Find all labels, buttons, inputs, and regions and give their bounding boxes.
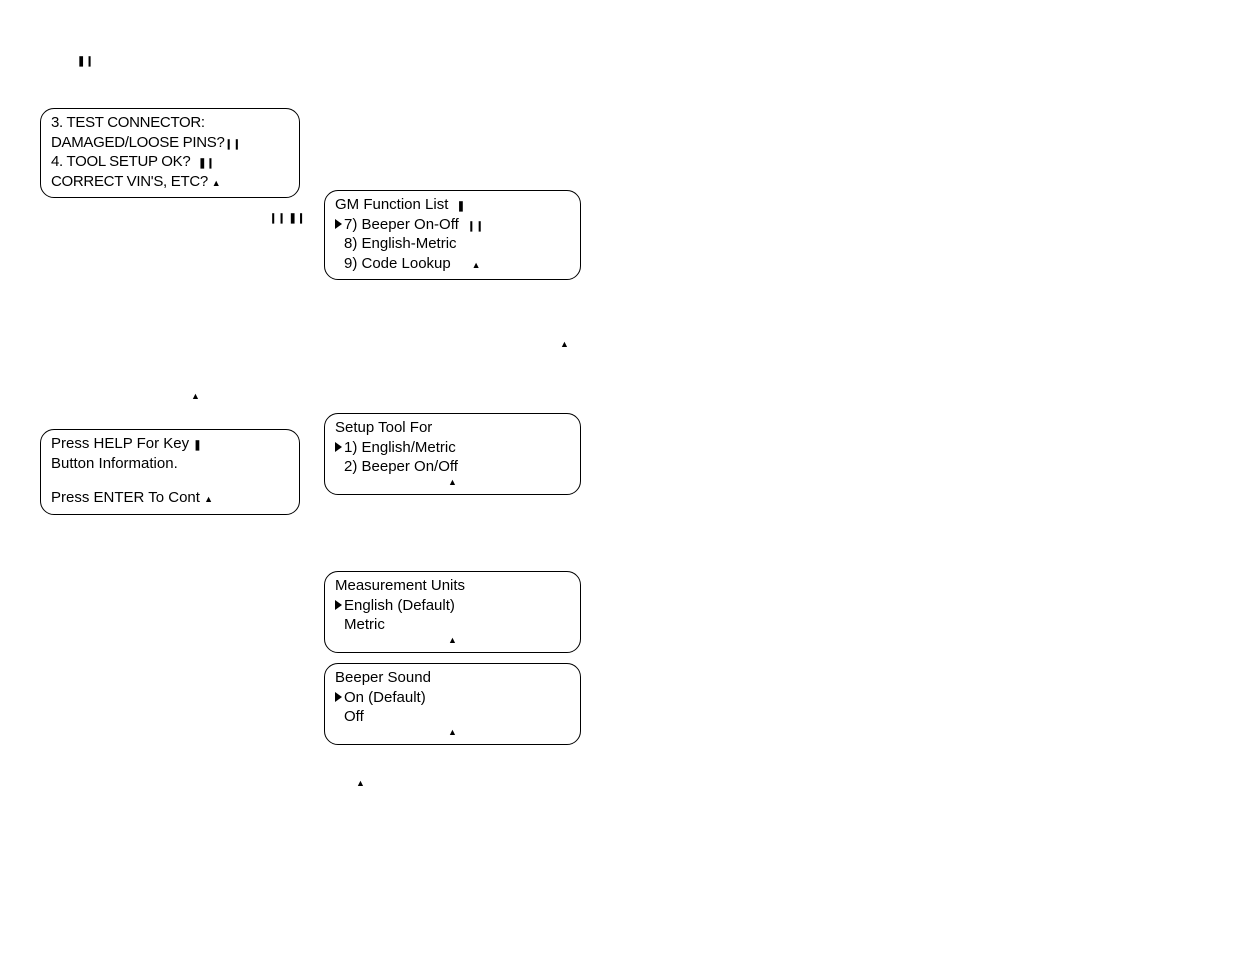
glyph-up: ▲ bbox=[335, 727, 570, 739]
title-setup-tool: Setup Tool For bbox=[335, 418, 570, 438]
item-beeper-on-off-2[interactable]: 2) Beeper On/Off bbox=[335, 457, 570, 477]
page-marker-arrow-1: ▲ bbox=[560, 340, 569, 349]
title-beeper-sound: Beeper Sound bbox=[335, 668, 570, 688]
item-code-lookup[interactable]: 9) Code Lookup ▲ bbox=[335, 254, 570, 274]
text: 1) English/Metric bbox=[344, 439, 456, 456]
glyph: ❚ bbox=[193, 440, 201, 451]
line-damaged-pins: DAMAGED/LOOSE PINS?❙❙ bbox=[51, 133, 289, 153]
pointer-icon bbox=[335, 219, 342, 229]
item-english-default[interactable]: English (Default) bbox=[335, 596, 570, 616]
line-button-info: Button Information. bbox=[51, 454, 289, 474]
screen-beeper-sound: Beeper Sound On (Default) Off ▲ bbox=[324, 663, 581, 745]
item-on-default[interactable]: On (Default) bbox=[335, 688, 570, 708]
line-correct-vins: CORRECT VIN'S, ETC? ▲ bbox=[51, 172, 289, 192]
text: Press ENTER To Cont bbox=[51, 489, 200, 506]
text: 4. TOOL SETUP OK? bbox=[51, 153, 190, 170]
text: GM Function List bbox=[335, 196, 448, 213]
text: CORRECT VIN'S, ETC? bbox=[51, 173, 208, 190]
screen-gm-function-list: GM Function List ❚ 7) Beeper On-Off ❙❙ 8… bbox=[324, 190, 581, 280]
item-english-metric[interactable]: 8) English-Metric bbox=[335, 234, 570, 254]
line-3-test-connector: 3. TEST CONNECTOR: bbox=[51, 113, 289, 133]
glyph-up: ▲ bbox=[335, 477, 570, 489]
item-english-metric-2[interactable]: 1) English/Metric bbox=[335, 438, 570, 458]
text: Press HELP For Key bbox=[51, 435, 189, 452]
page-marker-arrow-2: ▲ bbox=[191, 392, 200, 401]
glyph-up: ▲ bbox=[204, 494, 213, 504]
glyph-up: ▲ bbox=[335, 635, 570, 647]
pointer-icon bbox=[335, 692, 342, 702]
glyph-up: ▲ bbox=[472, 260, 481, 270]
line-4-tool-setup: 4. TOOL SETUP OK? ❚❙ bbox=[51, 152, 289, 172]
pointer-icon bbox=[335, 600, 342, 610]
screen-press-help: Press HELP For Key ❚ Button Information.… bbox=[40, 429, 300, 515]
screen-setup-tool: Setup Tool For 1) English/Metric 2) Beep… bbox=[324, 413, 581, 495]
item-metric[interactable]: Metric bbox=[335, 615, 570, 635]
glyph: ❚ bbox=[457, 201, 465, 212]
glyph: ❚❙ bbox=[198, 158, 214, 169]
line-press-help: Press HELP For Key ❚ bbox=[51, 434, 289, 454]
text: 7) Beeper On-Off bbox=[344, 216, 459, 233]
blank-line bbox=[51, 473, 289, 488]
glyph-up: ▲ bbox=[212, 178, 221, 188]
item-beeper-on-off[interactable]: 7) Beeper On-Off ❙❙ bbox=[335, 215, 570, 235]
item-off[interactable]: Off bbox=[335, 707, 570, 727]
text: 9) Code Lookup bbox=[344, 255, 451, 272]
title-gm-function-list: GM Function List ❚ bbox=[335, 195, 570, 215]
line-press-enter[interactable]: Press ENTER To Cont ▲ bbox=[51, 488, 289, 508]
page-marker-glyph: ❚❙ bbox=[77, 57, 94, 67]
screen-test-connector: 3. TEST CONNECTOR: DAMAGED/LOOSE PINS?❙❙… bbox=[40, 108, 300, 198]
page-marker-arrow-3: ▲ bbox=[356, 779, 365, 788]
text: English (Default) bbox=[344, 597, 455, 614]
text: On (Default) bbox=[344, 689, 426, 706]
title-measurement-units: Measurement Units bbox=[335, 576, 570, 596]
pointer-icon bbox=[335, 442, 342, 452]
glyph: ❙❙ bbox=[467, 221, 484, 232]
screen-measurement-units: Measurement Units English (Default) Metr… bbox=[324, 571, 581, 653]
text: DAMAGED/LOOSE PINS? bbox=[51, 134, 225, 151]
page-marker-pair: ❙❙ ❚❙ bbox=[269, 214, 305, 224]
glyph: ❙❙ bbox=[225, 139, 241, 150]
